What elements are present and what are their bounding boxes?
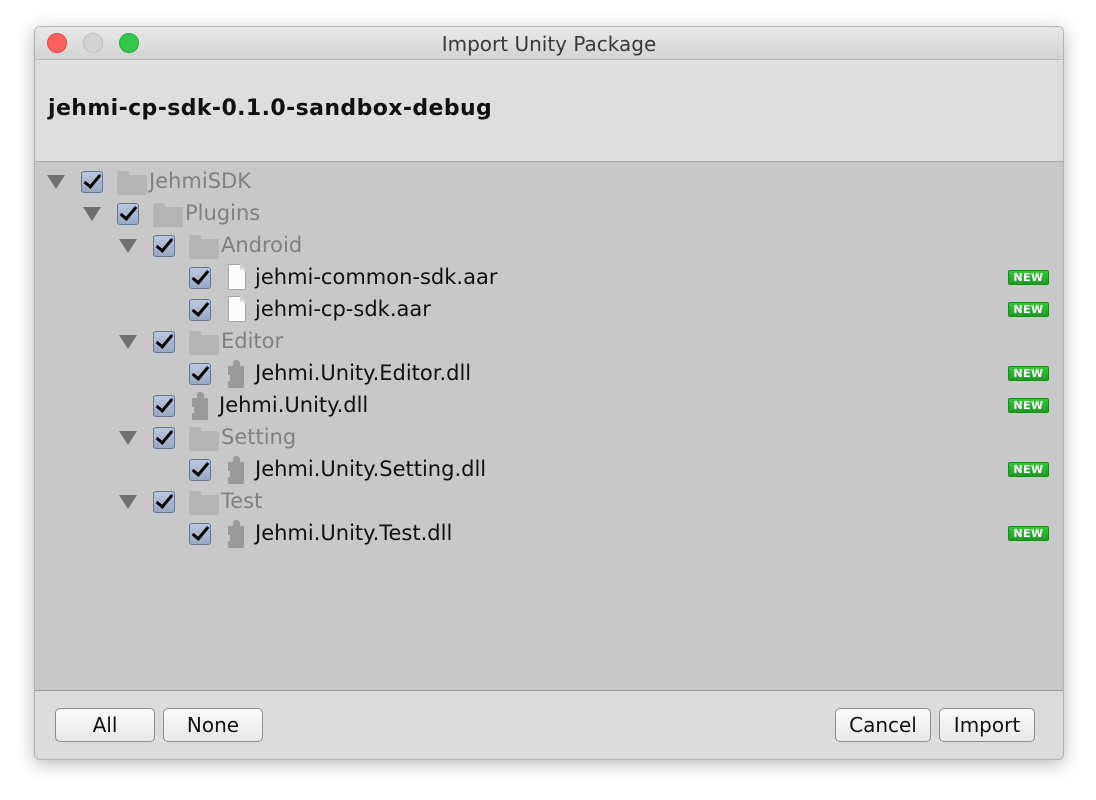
expand-triangle-icon[interactable] (47, 175, 65, 189)
folder-icon (189, 427, 219, 451)
tree-item-label: Jehmi.Unity.Setting.dll (255, 457, 487, 481)
tree-item-label: Editor (221, 329, 284, 353)
new-badge: NEW (1008, 398, 1049, 413)
include-checkbox[interactable] (189, 299, 211, 321)
include-checkbox[interactable] (189, 459, 211, 481)
include-checkbox[interactable] (153, 491, 175, 513)
tree-item-label: Android (221, 233, 303, 257)
include-checkbox[interactable] (189, 523, 211, 545)
tree-row[interactable]: jehmi-cp-sdk.aar NEW (35, 293, 1063, 325)
file-icon (228, 296, 246, 322)
new-badge: NEW (1008, 302, 1049, 317)
package-name: jehmi-cp-sdk-0.1.0-sandbox-debug (48, 96, 493, 121)
dialog-footer: All None Cancel Import (35, 691, 1063, 759)
folder-icon (117, 171, 147, 195)
new-badge: NEW (1008, 366, 1049, 381)
tree-item-label: jehmi-common-sdk.aar (255, 265, 498, 289)
tree-row[interactable]: Editor (35, 325, 1063, 357)
cancel-button[interactable]: Cancel (835, 708, 931, 742)
tree-row[interactable]: jehmi-common-sdk.aar NEW (35, 261, 1063, 293)
expand-triangle-icon[interactable] (119, 335, 137, 349)
plugin-dll-icon (188, 392, 210, 420)
select-none-button[interactable]: None (163, 708, 263, 742)
window-title: Import Unity Package (441, 32, 657, 56)
include-checkbox[interactable] (153, 395, 175, 417)
tree-row[interactable]: Jehmi.Unity.dll NEW (35, 389, 1063, 421)
tree-row[interactable]: Jehmi.Unity.Editor.dll NEW (35, 357, 1063, 389)
folder-icon (153, 203, 183, 227)
folder-icon (189, 235, 219, 259)
include-checkbox[interactable] (153, 235, 175, 257)
package-header: jehmi-cp-sdk-0.1.0-sandbox-debug (35, 60, 1063, 162)
tree-row[interactable]: Jehmi.Unity.Setting.dll NEW (35, 453, 1063, 485)
expand-triangle-icon[interactable] (119, 495, 137, 509)
tree-row[interactable]: Test (35, 485, 1063, 517)
tree-item-label: Plugins (185, 201, 261, 225)
folder-icon (189, 331, 219, 355)
plugin-dll-icon (224, 520, 246, 548)
plugin-dll-icon (224, 456, 246, 484)
folder-icon (189, 491, 219, 515)
include-checkbox[interactable] (189, 267, 211, 289)
include-checkbox[interactable] (81, 171, 103, 193)
select-all-button[interactable]: All (55, 708, 155, 742)
asset-tree: JehmiSDK Plugins Android jehmi-common-sdk.a… (35, 162, 1063, 691)
include-checkbox[interactable] (189, 363, 211, 385)
tree-item-label: Jehmi.Unity.Editor.dll (255, 361, 472, 385)
import-unity-package-window: Import Unity Package jehmi-cp-sdk-0.1.0-… (34, 26, 1064, 760)
new-badge: NEW (1008, 270, 1049, 285)
expand-triangle-icon[interactable] (83, 207, 101, 221)
tree-item-label: JehmiSDK (149, 169, 251, 193)
include-checkbox[interactable] (153, 331, 175, 353)
import-button[interactable]: Import (939, 708, 1035, 742)
tree-item-label: Jehmi.Unity.dll (219, 393, 369, 417)
tree-row[interactable]: JehmiSDK (35, 165, 1063, 197)
new-badge: NEW (1008, 462, 1049, 477)
file-icon (228, 264, 246, 290)
tree-row[interactable]: Android (35, 229, 1063, 261)
title-bar: Import Unity Package (35, 27, 1063, 60)
include-checkbox[interactable] (117, 203, 139, 225)
include-checkbox[interactable] (153, 427, 175, 449)
expand-triangle-icon[interactable] (119, 431, 137, 445)
tree-item-label: Jehmi.Unity.Test.dll (255, 521, 453, 545)
tree-item-label: Test (221, 489, 263, 513)
tree-item-label: jehmi-cp-sdk.aar (255, 297, 431, 321)
tree-row[interactable]: Plugins (35, 197, 1063, 229)
tree-row[interactable]: Setting (35, 421, 1063, 453)
tree-item-label: Setting (221, 425, 297, 449)
tree-row[interactable]: Jehmi.Unity.Test.dll NEW (35, 517, 1063, 549)
new-badge: NEW (1008, 526, 1049, 541)
plugin-dll-icon (224, 360, 246, 388)
expand-triangle-icon[interactable] (119, 239, 137, 253)
